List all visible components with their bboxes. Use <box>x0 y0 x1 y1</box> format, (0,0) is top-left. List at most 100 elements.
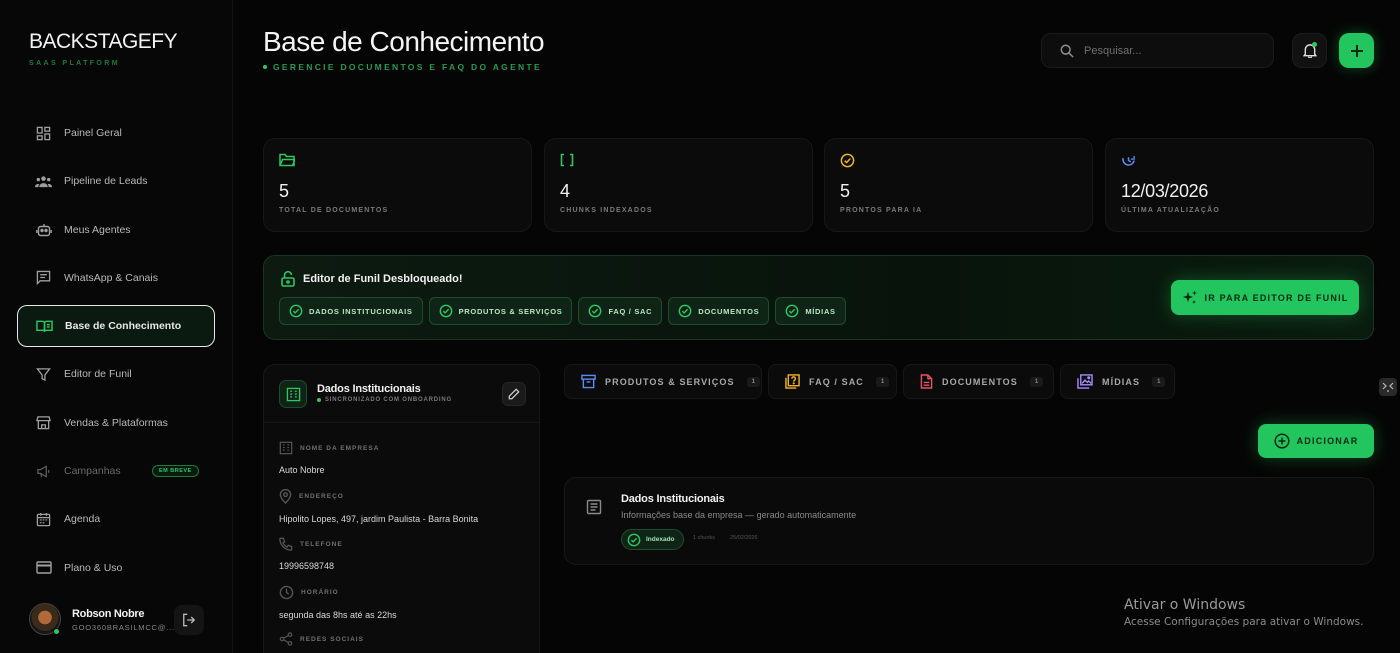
phone-icon <box>279 537 293 551</box>
page-subtitle-text: GERENCIE DOCUMENTOS E FAQ DO AGENTE <box>273 62 542 72</box>
status-badge-text: Indexado <box>646 536 675 543</box>
chip-label: DADOS INSTITUCIONAIS <box>309 306 413 316</box>
institutional-data-header: Dados Institucionais SINCRONIZADO COM ON… <box>264 365 539 423</box>
chip-produtos-servicos: PRODUTOS & SERVIÇOS <box>428 297 573 325</box>
search-bar[interactable] <box>1041 33 1274 68</box>
sidebar-item-label: WhatsApp & Canais <box>64 271 158 284</box>
sidebar-nav: Painel Geral Pipeline de Leads Meus Agen… <box>17 112 215 595</box>
sidebar-item-label: Base de Conhecimento <box>65 320 182 333</box>
document-title: Dados Institucionais <box>621 493 725 505</box>
logout-icon <box>182 613 196 627</box>
search-input[interactable] <box>1084 44 1254 57</box>
tab-faq-sac[interactable]: FAQ / SAC 1 <box>768 364 897 399</box>
refresh-clock-icon <box>1121 153 1136 168</box>
tab-documentos[interactable]: DOCUMENTOS 1 <box>903 364 1054 399</box>
tab-label: FAQ / SAC <box>809 376 864 387</box>
faq-icon <box>785 374 800 389</box>
windows-activation-title: Ativar o Windows <box>1124 597 1246 613</box>
tab-count-badge: 1 <box>1152 376 1166 387</box>
sidebar-item-campanhas[interactable]: Campanhas EM BREVE <box>17 450 215 492</box>
sidebar-item-label: Meus Agentes <box>64 223 131 236</box>
book-icon <box>36 318 53 335</box>
create-new-button[interactable] <box>1339 33 1374 68</box>
sidebar: BACKSTAGEFY SAAS PLATFORM Painel Geral P… <box>0 0 233 653</box>
page-title: Base de Conhecimento <box>263 26 545 57</box>
stat-label: PRONTOS PARA IA <box>840 207 923 214</box>
logout-button[interactable] <box>174 605 204 635</box>
sidebar-item-pipeline-de-leads[interactable]: Pipeline de Leads <box>17 160 215 202</box>
tab-count-badge: 1 <box>1029 376 1044 387</box>
sidebar-item-vendas-plataformas[interactable]: Vendas & Plataformas <box>17 402 215 444</box>
online-status-indicator <box>53 628 60 635</box>
sidebar-item-label: Campanhas <box>64 465 121 478</box>
chip-documentos: DOCUMENTOS <box>668 297 770 325</box>
edit-institutional-data-button[interactable] <box>502 382 526 406</box>
building-icon <box>279 380 307 408</box>
go-to-funnel-editor-button[interactable]: IR PARA EDITOR DE FUNIL <box>1171 280 1359 315</box>
stat-label: CHUNKS INDEXADOS <box>560 207 653 214</box>
chat-icon <box>35 269 52 286</box>
sidebar-item-label: Plano & Uso <box>64 561 123 574</box>
stat-label: TOTAL DE DOCUMENTOS <box>279 207 389 214</box>
sync-status: SINCRONIZADO COM ONBOARDING <box>317 397 452 403</box>
sidebar-item-meus-agentes[interactable]: Meus Agentes <box>17 209 215 251</box>
go-to-funnel-editor-label: IR PARA EDITOR DE FUNIL <box>1204 292 1349 303</box>
field-social-networks: REDES SOCIAIS <box>279 632 364 653</box>
check-circle-icon <box>627 533 641 547</box>
field-phone: TELEFONE 19996598748 <box>279 537 343 571</box>
tab-label: MÍDIAS <box>1102 376 1141 387</box>
chip-label: FAQ / SAC <box>608 306 653 316</box>
brackets-icon <box>560 153 574 167</box>
box-icon <box>581 374 596 389</box>
plus-circle-icon <box>1274 433 1290 449</box>
sidebar-item-base-de-conhecimento[interactable]: Base de Conhecimento <box>17 305 215 348</box>
status-dot <box>263 65 267 69</box>
field-label: TELEFONE <box>279 537 343 551</box>
sidebar-item-label: Editor de Funil <box>64 368 132 381</box>
store-icon <box>35 414 52 431</box>
clock-icon <box>279 585 294 600</box>
stat-card-last-update: 12/03/2026 ÚLTIMA ATUALIZAÇÃO <box>1105 138 1374 232</box>
user-profile[interactable]: Robson Nobre GOO360BRASILMCC@... <box>29 603 209 637</box>
check-circle-icon <box>439 304 453 318</box>
brand-logo[interactable]: BACKSTAGEFY SAAS PLATFORM <box>29 30 178 67</box>
stat-card-total-documents: 5 TOTAL DE DOCUMENTOS <box>263 138 532 232</box>
field-address: ENDEREÇO Hipolito Lopes, 497, jardim Pau… <box>279 489 478 524</box>
unlock-icon <box>281 271 295 287</box>
document-item[interactable]: Dados Institucionais Informações base da… <box>564 477 1374 565</box>
sidebar-item-plano-uso[interactable]: Plano & Uso <box>17 547 215 589</box>
document-icon <box>920 374 933 389</box>
users-icon <box>35 173 52 190</box>
brand-tagline: SAAS PLATFORM <box>29 60 120 67</box>
credit-card-icon <box>35 559 52 576</box>
chip-dados-institucionais: DADOS INSTITUCIONAIS <box>279 297 423 325</box>
tab-midias[interactable]: MÍDIAS 1 <box>1060 364 1175 399</box>
user-email: GOO360BRASILMCC@... <box>72 623 175 632</box>
tab-label: DOCUMENTOS <box>942 376 1018 387</box>
unlock-chips: DADOS INSTITUCIONAIS PRODUTOS & SERVIÇOS… <box>279 297 852 325</box>
chip-label: PRODUTOS & SERVIÇOS <box>458 306 563 316</box>
sync-status-text: SINCRONIZADO COM ONBOARDING <box>325 397 452 403</box>
coming-soon-badge: EM BREVE <box>152 465 199 478</box>
page-subtitle: GERENCIE DOCUMENTOS E FAQ DO AGENTE <box>263 62 542 72</box>
stat-card-ready-for-ai: 5 PRONTOS PARA IA <box>824 138 1093 232</box>
notifications-button[interactable] <box>1292 33 1327 68</box>
sidebar-item-label: Vendas & Plataformas <box>64 416 168 429</box>
document-icon <box>586 499 602 515</box>
check-circle-icon <box>785 304 799 318</box>
add-button[interactable]: ADICIONAR <box>1258 424 1374 458</box>
share-icon <box>279 632 293 646</box>
tab-produtos-servicos[interactable]: PRODUTOS & SERVIÇOS 1 <box>564 364 762 399</box>
brand-name: BACKSTAGEFY <box>29 30 178 53</box>
field-company-name: NOME DA EMPRESA Auto Nobre <box>279 441 379 475</box>
document-date: 25/02/2026 <box>730 535 758 541</box>
sidebar-item-painel-geral[interactable]: Painel Geral <box>17 112 215 154</box>
status-badge: Indexado <box>621 529 684 550</box>
tab-label: PRODUTOS & SERVIÇOS <box>605 376 735 387</box>
media-icon <box>1077 374 1093 389</box>
sidebar-item-agenda[interactable]: Agenda <box>17 498 215 540</box>
sidebar-item-editor-de-funil[interactable]: Editor de Funil <box>17 353 215 395</box>
floating-tool-button[interactable] <box>1379 378 1397 396</box>
field-label-text: TELEFONE <box>300 540 343 548</box>
sidebar-item-whatsapp-canais[interactable]: WhatsApp & Canais <box>17 257 215 299</box>
